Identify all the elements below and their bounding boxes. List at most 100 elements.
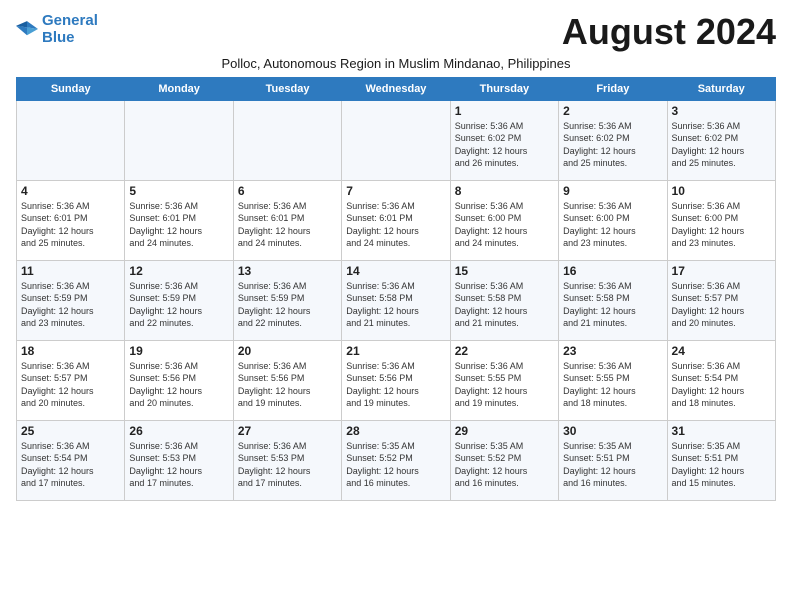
day-cell: 26 Sunrise: 5:36 AM Sunset: 5:53 PM Dayli… bbox=[125, 420, 233, 500]
day-cell: 8Sunrise: 5:36 AM Sunset: 6:00 PM Daylig… bbox=[450, 180, 558, 260]
day-number: 10 bbox=[672, 184, 771, 198]
day-info: Sunrise: 5:36 AM Sunset: 5:59 PM Dayligh… bbox=[21, 280, 120, 330]
week-row-3: 11 Sunrise: 5:36 AM Sunset: 5:59 PM Dayli… bbox=[17, 260, 776, 340]
day-cell: 15 Sunrise: 5:36 AM Sunset: 5:58 PM Dayli… bbox=[450, 260, 558, 340]
day-number: 2 bbox=[563, 104, 662, 118]
header-cell-saturday: Saturday bbox=[667, 77, 775, 100]
day-number: 18 bbox=[21, 344, 120, 358]
day-info: Sunrise: 5:35 AM Sunset: 5:52 PM Dayligh… bbox=[346, 440, 445, 490]
calendar-table: SundayMondayTuesdayWednesdayThursdayFrid… bbox=[16, 77, 776, 501]
month-title: August 2024 bbox=[562, 12, 776, 52]
logo-icon bbox=[16, 18, 38, 40]
day-number: 22 bbox=[455, 344, 554, 358]
day-number: 11 bbox=[21, 264, 120, 278]
day-info: Sunrise: 5:36 AM Sunset: 5:53 PM Dayligh… bbox=[238, 440, 337, 490]
header-cell-monday: Monday bbox=[125, 77, 233, 100]
header: General Blue August 2024 bbox=[16, 12, 776, 52]
logo-text: General Blue bbox=[42, 12, 98, 47]
day-cell: 28 Sunrise: 5:35 AM Sunset: 5:52 PM Dayli… bbox=[342, 420, 450, 500]
day-number: 31 bbox=[672, 424, 771, 438]
day-info: Sunrise: 5:35 AM Sunset: 5:51 PM Dayligh… bbox=[672, 440, 771, 490]
day-cell: 5 Sunrise: 5:36 AM Sunset: 6:01 PM Daylig… bbox=[125, 180, 233, 260]
day-info: Sunrise: 5:36 AM Sunset: 6:01 PM Dayligh… bbox=[346, 200, 445, 250]
day-number: 28 bbox=[346, 424, 445, 438]
day-number: 8 bbox=[455, 184, 554, 198]
day-cell: 3Sunrise: 5:36 AM Sunset: 6:02 PM Daylig… bbox=[667, 100, 775, 180]
day-number: 16 bbox=[563, 264, 662, 278]
day-cell: 18Sunrise: 5:36 AM Sunset: 5:57 PM Dayli… bbox=[17, 340, 125, 420]
day-cell: 30Sunrise: 5:35 AM Sunset: 5:51 PM Dayli… bbox=[559, 420, 667, 500]
day-cell bbox=[17, 100, 125, 180]
day-number: 25 bbox=[21, 424, 120, 438]
day-info: Sunrise: 5:36 AM Sunset: 5:56 PM Dayligh… bbox=[238, 360, 337, 410]
day-info: Sunrise: 5:36 AM Sunset: 5:59 PM Dayligh… bbox=[129, 280, 228, 330]
day-number: 4 bbox=[21, 184, 120, 198]
calendar-header: SundayMondayTuesdayWednesdayThursdayFrid… bbox=[17, 77, 776, 100]
day-cell: 4 Sunrise: 5:36 AM Sunset: 6:01 PM Daylig… bbox=[17, 180, 125, 260]
day-cell: 22 Sunrise: 5:36 AM Sunset: 5:55 PM Dayli… bbox=[450, 340, 558, 420]
day-number: 27 bbox=[238, 424, 337, 438]
day-cell: 31 Sunrise: 5:35 AM Sunset: 5:51 PM Dayli… bbox=[667, 420, 775, 500]
day-cell bbox=[233, 100, 341, 180]
day-info: Sunrise: 5:36 AM Sunset: 5:55 PM Dayligh… bbox=[563, 360, 662, 410]
day-number: 29 bbox=[455, 424, 554, 438]
week-row-1: 1Sunrise: 5:36 AM Sunset: 6:02 PM Daylig… bbox=[17, 100, 776, 180]
day-number: 24 bbox=[672, 344, 771, 358]
day-number: 6 bbox=[238, 184, 337, 198]
day-number: 13 bbox=[238, 264, 337, 278]
day-cell: 2 Sunrise: 5:36 AM Sunset: 6:02 PM Daylig… bbox=[559, 100, 667, 180]
day-info: Sunrise: 5:36 AM Sunset: 5:54 PM Dayligh… bbox=[672, 360, 771, 410]
day-cell: 9 Sunrise: 5:36 AM Sunset: 6:00 PM Daylig… bbox=[559, 180, 667, 260]
day-info: Sunrise: 5:36 AM Sunset: 5:57 PM Dayligh… bbox=[672, 280, 771, 330]
day-number: 20 bbox=[238, 344, 337, 358]
header-cell-sunday: Sunday bbox=[17, 77, 125, 100]
day-info: Sunrise: 5:36 AM Sunset: 6:01 PM Dayligh… bbox=[21, 200, 120, 250]
day-info: Sunrise: 5:36 AM Sunset: 6:00 PM Dayligh… bbox=[672, 200, 771, 250]
day-cell: 12 Sunrise: 5:36 AM Sunset: 5:59 PM Dayli… bbox=[125, 260, 233, 340]
day-info: Sunrise: 5:36 AM Sunset: 6:02 PM Dayligh… bbox=[563, 120, 662, 170]
day-number: 26 bbox=[129, 424, 228, 438]
day-cell: 19Sunrise: 5:36 AM Sunset: 5:56 PM Dayli… bbox=[125, 340, 233, 420]
day-info: Sunrise: 5:36 AM Sunset: 6:00 PM Dayligh… bbox=[563, 200, 662, 250]
logo-line1: General bbox=[42, 12, 98, 29]
day-number: 17 bbox=[672, 264, 771, 278]
day-info: Sunrise: 5:36 AM Sunset: 5:54 PM Dayligh… bbox=[21, 440, 120, 490]
day-cell: 24 Sunrise: 5:36 AM Sunset: 5:54 PM Dayli… bbox=[667, 340, 775, 420]
week-row-4: 18Sunrise: 5:36 AM Sunset: 5:57 PM Dayli… bbox=[17, 340, 776, 420]
day-cell: 23 Sunrise: 5:36 AM Sunset: 5:55 PM Dayli… bbox=[559, 340, 667, 420]
day-info: Sunrise: 5:35 AM Sunset: 5:52 PM Dayligh… bbox=[455, 440, 554, 490]
day-cell bbox=[125, 100, 233, 180]
day-info: Sunrise: 5:36 AM Sunset: 5:58 PM Dayligh… bbox=[455, 280, 554, 330]
day-info: Sunrise: 5:36 AM Sunset: 6:01 PM Dayligh… bbox=[238, 200, 337, 250]
header-cell-friday: Friday bbox=[559, 77, 667, 100]
day-cell: 11 Sunrise: 5:36 AM Sunset: 5:59 PM Dayli… bbox=[17, 260, 125, 340]
day-info: Sunrise: 5:36 AM Sunset: 5:55 PM Dayligh… bbox=[455, 360, 554, 410]
header-cell-tuesday: Tuesday bbox=[233, 77, 341, 100]
logo-line2: Blue bbox=[42, 29, 75, 46]
day-cell: 1Sunrise: 5:36 AM Sunset: 6:02 PM Daylig… bbox=[450, 100, 558, 180]
day-info: Sunrise: 5:36 AM Sunset: 5:56 PM Dayligh… bbox=[129, 360, 228, 410]
day-number: 30 bbox=[563, 424, 662, 438]
day-info: Sunrise: 5:36 AM Sunset: 5:59 PM Dayligh… bbox=[238, 280, 337, 330]
day-cell: 29 Sunrise: 5:35 AM Sunset: 5:52 PM Dayli… bbox=[450, 420, 558, 500]
day-cell bbox=[342, 100, 450, 180]
day-info: Sunrise: 5:36 AM Sunset: 5:53 PM Dayligh… bbox=[129, 440, 228, 490]
day-number: 12 bbox=[129, 264, 228, 278]
day-number: 5 bbox=[129, 184, 228, 198]
day-number: 21 bbox=[346, 344, 445, 358]
day-cell: 7 Sunrise: 5:36 AM Sunset: 6:01 PM Daylig… bbox=[342, 180, 450, 260]
day-number: 15 bbox=[455, 264, 554, 278]
subtitle: Polloc, Autonomous Region in Muslim Mind… bbox=[16, 56, 776, 71]
day-cell: 16Sunrise: 5:36 AM Sunset: 5:58 PM Dayli… bbox=[559, 260, 667, 340]
calendar-body: 1Sunrise: 5:36 AM Sunset: 6:02 PM Daylig… bbox=[17, 100, 776, 500]
day-number: 9 bbox=[563, 184, 662, 198]
header-cell-wednesday: Wednesday bbox=[342, 77, 450, 100]
day-cell: 17 Sunrise: 5:36 AM Sunset: 5:57 PM Dayli… bbox=[667, 260, 775, 340]
day-info: Sunrise: 5:36 AM Sunset: 5:58 PM Dayligh… bbox=[346, 280, 445, 330]
day-info: Sunrise: 5:36 AM Sunset: 5:56 PM Dayligh… bbox=[346, 360, 445, 410]
day-info: Sunrise: 5:36 AM Sunset: 6:01 PM Dayligh… bbox=[129, 200, 228, 250]
day-number: 23 bbox=[563, 344, 662, 358]
day-cell: 20 Sunrise: 5:36 AM Sunset: 5:56 PM Dayli… bbox=[233, 340, 341, 420]
day-cell: 21 Sunrise: 5:36 AM Sunset: 5:56 PM Dayli… bbox=[342, 340, 450, 420]
day-number: 7 bbox=[346, 184, 445, 198]
